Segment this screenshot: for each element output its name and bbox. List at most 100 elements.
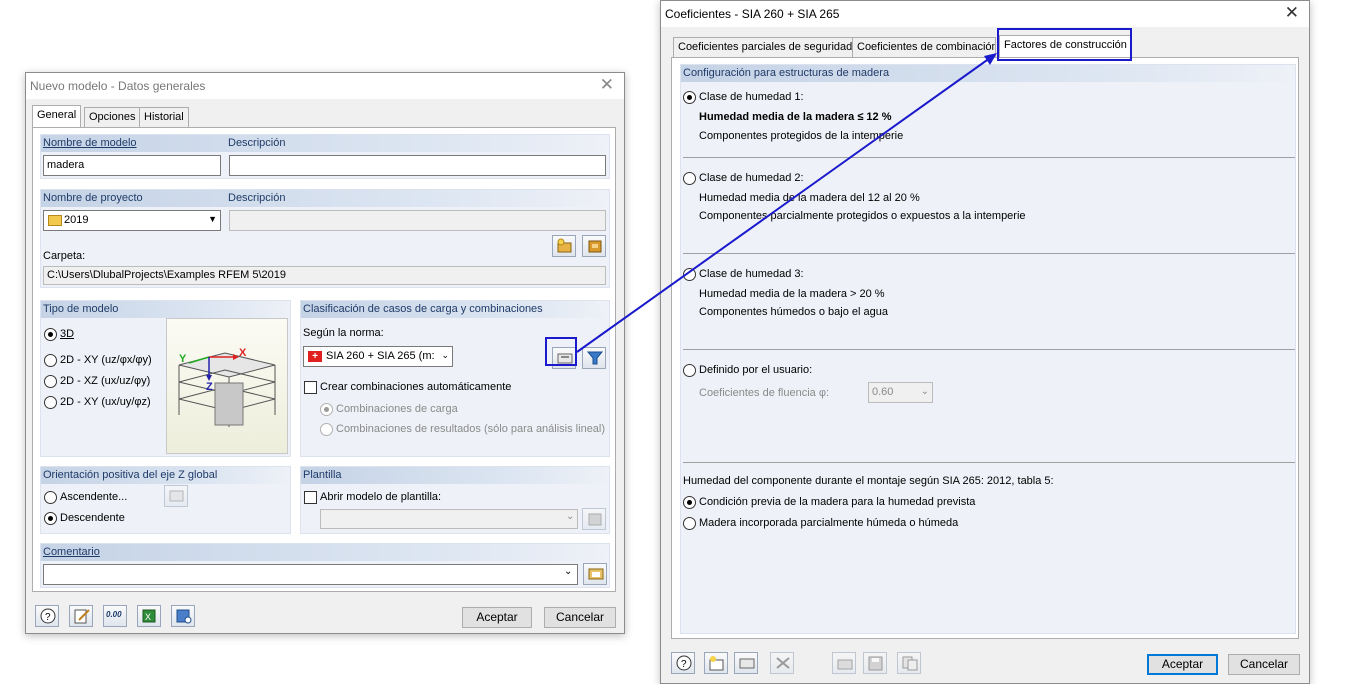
tab-options[interactable]: Opciones [84, 107, 141, 127]
assembly-option-1-label: Condición previa de la madera para la hu… [699, 496, 976, 508]
model-name-input[interactable]: madera [43, 155, 221, 176]
project-select[interactable]: 2019 ▼ [43, 210, 221, 231]
project-description-label: Descripción [228, 192, 286, 204]
auto-combinations-checkbox[interactable] [304, 381, 317, 394]
svg-text:X: X [145, 612, 151, 622]
model-info-button[interactable] [171, 605, 195, 627]
moisture-class-3-radio[interactable] [683, 268, 696, 281]
open-button[interactable] [832, 652, 856, 674]
template-header: Plantilla [301, 467, 609, 484]
comment-browse-button[interactable] [583, 563, 607, 585]
radio-2d-xy[interactable] [44, 354, 57, 367]
radio-2d-xz-label: 2D - XZ (ux/uz/φy) [60, 375, 151, 387]
copy-button[interactable] [897, 652, 921, 674]
moisture-class-3-line1: Humedad media de la madera > 20 % [699, 288, 885, 300]
highlight-box-construction-tab [997, 28, 1132, 61]
classification-group: Clasificación de casos de carga y combin… [300, 300, 610, 457]
model-type-group: Tipo de modelo 3D 2D - XY (uz/φx/φy) 2D … [40, 300, 291, 457]
units-icon: 0.00 [106, 610, 122, 619]
z-orientation-header: Orientación positiva del eje Z global [41, 467, 290, 484]
user-defined-radio[interactable] [683, 364, 696, 377]
moisture-class-2-line2: Componentes parcialmente protegidos o ex… [699, 210, 1026, 222]
help-button[interactable]: ? [35, 605, 59, 627]
new-project-button[interactable] [552, 235, 576, 257]
radio-2d-xz[interactable] [44, 375, 57, 388]
ascending-radio[interactable] [44, 491, 57, 504]
result-combinations-label: Combinaciones de resultados (sólo para a… [336, 423, 606, 435]
radio-3d[interactable] [44, 328, 57, 341]
ok-button[interactable]: Aceptar [1147, 654, 1218, 675]
separator [683, 349, 1295, 350]
delete-button[interactable] [770, 652, 794, 674]
assembly-option-2-label: Madera incorporada parcialmente húmeda o… [699, 517, 959, 529]
cancel-button[interactable]: Cancelar [544, 607, 616, 628]
model-description-input[interactable] [229, 155, 606, 176]
axis-z-label: Z [206, 381, 213, 393]
edit-notes-button[interactable] [69, 605, 93, 627]
moisture-class-2-line1: Humedad media de la madera del 12 al 20 … [699, 192, 920, 204]
norm-select[interactable]: + SIA 260 + SIA 265 (m: ⌄ [303, 346, 453, 367]
template-select[interactable] [320, 509, 578, 529]
excel-export-button[interactable]: X [137, 605, 161, 627]
ascending-label: Ascendente... [60, 491, 128, 503]
load-combinations-label: Combinaciones de carga [336, 403, 458, 415]
units-button[interactable]: 0.00 [103, 605, 127, 627]
moisture-class-3-line2: Componentes húmedos o bajo el agua [699, 306, 888, 318]
close-icon[interactable]: ✕ [1285, 3, 1299, 23]
radio-2d-xy-plane-label: 2D - XY (ux/uy/φz) [60, 396, 151, 408]
title-bar: Coeficientes - SIA 260 + SIA 265 ✕ [661, 1, 1309, 27]
tab-partial-safety[interactable]: Coeficientes parciales de seguridad [673, 37, 858, 57]
moisture-class-2-radio[interactable] [683, 172, 696, 185]
radio-3d-label: 3D [60, 328, 75, 340]
timber-settings-header: Configuración para estructuras de madera [681, 65, 1295, 82]
title-bar: Nuevo modelo - Datos generales ✕ [26, 73, 624, 99]
assembly-option-2-radio[interactable] [683, 517, 696, 530]
assembly-moisture-header: Humedad del componente durante el montaj… [683, 475, 1054, 487]
save-button[interactable] [863, 652, 887, 674]
load-combinations-radio[interactable] [320, 403, 333, 416]
close-icon[interactable]: ✕ [600, 75, 614, 95]
open-template-checkbox[interactable] [304, 491, 317, 504]
creep-coefficient-select[interactable]: 0.60 ⌄ [868, 382, 933, 403]
edit-button[interactable] [734, 652, 758, 674]
moisture-class-2-label: Clase de humedad 2: [699, 172, 804, 184]
model-name-label: Nombre de modelo [43, 137, 137, 149]
folder-icon [48, 215, 62, 226]
separator [683, 157, 1295, 158]
project-name-label: Nombre de proyecto [43, 192, 143, 204]
separator [683, 462, 1295, 463]
user-defined-label: Definido por el usuario: [699, 364, 813, 376]
moisture-class-1-line2: Componentes protegidos de la intemperie [699, 130, 904, 142]
radio-2d-xy-plane[interactable] [44, 396, 57, 409]
chevron-down-icon: ⌄ [441, 350, 449, 360]
creep-coefficient-label: Coeficientes de fluencia φ: [699, 387, 830, 399]
project-manager-button[interactable] [582, 235, 606, 257]
new-button[interactable] [704, 652, 728, 674]
svg-text:?: ? [45, 612, 51, 623]
assembly-option-1-radio[interactable] [683, 496, 696, 509]
timber-settings-group: Configuración para estructuras de madera… [680, 64, 1296, 634]
tab-combination[interactable]: Coeficientes de combinación [852, 37, 996, 57]
result-combinations-radio[interactable] [320, 423, 333, 436]
filter-button[interactable] [582, 347, 606, 369]
tab-history[interactable]: Historial [139, 107, 189, 127]
auto-combinations-label: Crear combinaciones automáticamente [320, 381, 512, 393]
moisture-class-1-radio[interactable] [683, 91, 696, 104]
moisture-class-1-line1: Humedad media de la madera ≤ 12 % [699, 111, 892, 123]
comment-input[interactable] [43, 564, 578, 585]
moisture-class-3-label: Clase de humedad 3: [699, 268, 804, 280]
template-browse-button[interactable] [582, 508, 606, 530]
norm-label: Según la norma: [303, 327, 384, 339]
model-description-label: Descripción [228, 137, 286, 149]
general-panel: Nombre de modelo Descripción madera Nomb… [32, 127, 616, 592]
cancel-button[interactable]: Cancelar [1228, 654, 1300, 675]
help-button[interactable]: ? [671, 652, 695, 674]
tab-general[interactable]: General [32, 105, 82, 127]
descending-radio[interactable] [44, 512, 57, 525]
chevron-down-icon: ⌄ [920, 386, 929, 397]
radio-2d-xy-label: 2D - XY (uz/φx/φy) [60, 354, 152, 366]
descending-label: Descendente [60, 512, 125, 524]
ascending-settings-button[interactable] [164, 485, 188, 507]
project-description-input[interactable] [229, 210, 606, 231]
ok-button[interactable]: Aceptar [462, 607, 532, 628]
